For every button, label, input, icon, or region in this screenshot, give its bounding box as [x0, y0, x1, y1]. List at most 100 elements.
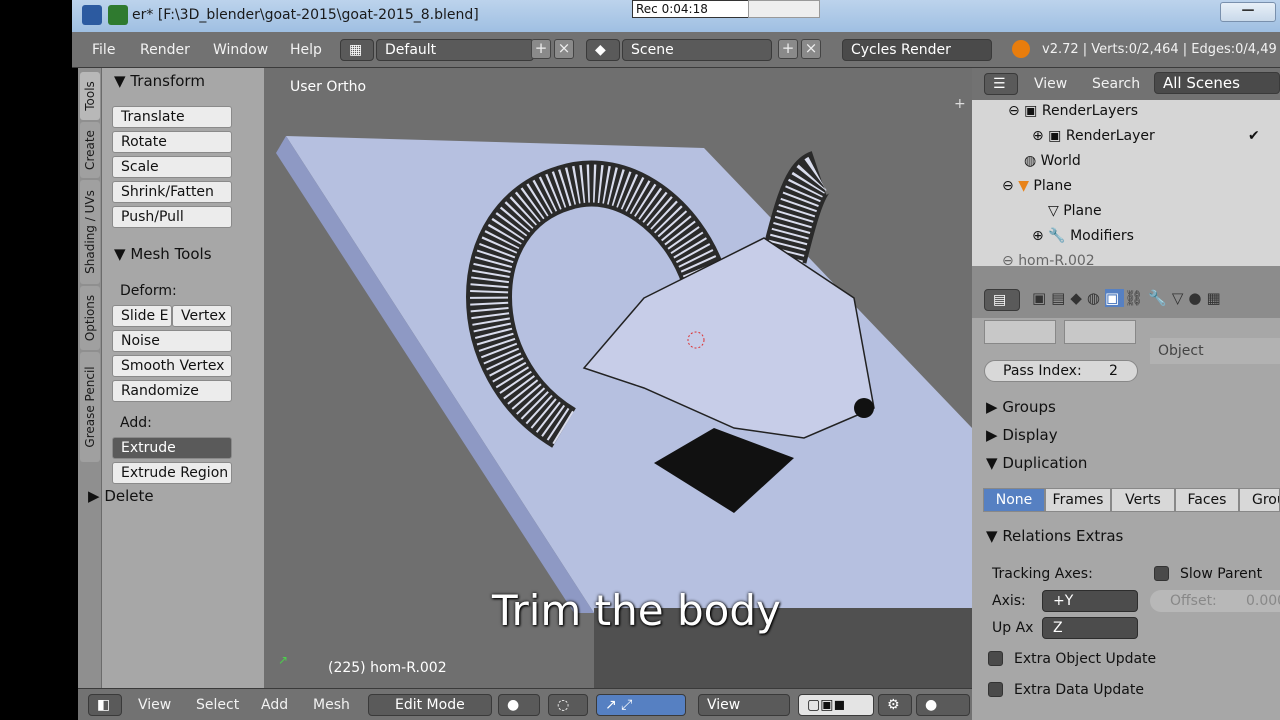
layers-grid-2[interactable]: [1064, 320, 1136, 344]
outliner-type-icon[interactable]: ☰: [984, 73, 1018, 95]
outliner-search-menu[interactable]: Search: [1092, 76, 1140, 92]
extrude-region-button[interactable]: Extrude Region: [112, 462, 232, 484]
dup-group-button[interactable]: Grou: [1239, 488, 1280, 512]
translate-button[interactable]: Translate: [112, 106, 232, 128]
video-subtitle: Trim the body: [492, 586, 781, 635]
properties-type-icon[interactable]: ▤: [984, 289, 1020, 311]
outliner-row-modifiers[interactable]: ⊕ 🔧 Modifiers: [972, 224, 1280, 249]
mesh-tools-panel-header[interactable]: ▼ Mesh Tools: [114, 245, 212, 263]
relations-extras-header[interactable]: ▼ Relations Extras: [986, 527, 1123, 545]
offset-field[interactable]: Offset: 0.000: [1150, 590, 1280, 612]
pivot-select[interactable]: ◌: [548, 694, 588, 716]
outliner-row-world[interactable]: ◍ World: [972, 149, 1280, 174]
manipulator-icons[interactable]: ↗ ⤢: [596, 694, 686, 716]
extra-object-update-checkbox[interactable]: [988, 651, 1003, 666]
smooth-vertex-button[interactable]: Smooth Vertex: [112, 355, 232, 377]
scene-stats: v2.72 | Verts:0/2,464 | Edges:0/4,49: [1042, 42, 1277, 57]
context-tab-icons[interactable]: ▣▤◆◍▣⛓🔧▽●▦: [1032, 289, 1280, 313]
slow-parent-label: Slow Parent: [1180, 566, 1263, 582]
recorder-controls[interactable]: [748, 0, 820, 18]
dup-faces-button[interactable]: Faces: [1175, 488, 1239, 512]
outliner-view-menu[interactable]: View: [1034, 76, 1067, 92]
window-title: er* [F:\3D_blender\goat-2015\goat-2015_8…: [132, 7, 479, 23]
extra-object-update-label: Extra Object Update: [1014, 651, 1157, 667]
extrude-menu[interactable]: Extrude: [112, 437, 232, 459]
object-select[interactable]: Object: [1150, 338, 1280, 364]
axis-gizmo-icon: ↗: [278, 653, 288, 667]
outliner-row-hom[interactable]: ⊖ hom-R.002: [972, 249, 1280, 266]
remove-scene-icon[interactable]: ×: [801, 39, 821, 59]
render-engine-select[interactable]: Cycles Render: [842, 39, 992, 61]
viewport-expand-icon[interactable]: +: [954, 96, 966, 112]
layers-grid-1[interactable]: [984, 320, 1056, 344]
editor-type-icon[interactable]: ◧: [88, 694, 122, 716]
blender-icon: [108, 5, 128, 25]
view-label: User Ortho: [290, 79, 367, 95]
noise-button[interactable]: Noise: [112, 330, 232, 352]
push-pull-button[interactable]: Push/Pull: [112, 206, 232, 228]
blender-logo-icon: [1012, 40, 1030, 58]
shrink-fatten-button[interactable]: Shrink/Fatten: [112, 181, 232, 203]
scene-field[interactable]: Scene: [622, 39, 772, 61]
menu-select[interactable]: Select: [196, 697, 239, 713]
groups-panel-header[interactable]: ▶ Groups: [986, 398, 1056, 416]
layout-field[interactable]: Default: [376, 39, 534, 61]
dup-none-button[interactable]: None: [983, 488, 1045, 512]
add-scene-icon[interactable]: +: [778, 39, 798, 59]
select-mode-icons[interactable]: ▢▣◼: [798, 694, 874, 716]
tab-grease-pencil[interactable]: Grease Pencil: [80, 352, 100, 462]
display-panel-header[interactable]: ▶ Display: [986, 426, 1058, 444]
goat-nose: [854, 398, 874, 418]
tracking-axes-label: Tracking Axes:: [992, 566, 1093, 582]
active-object-label: (225) hom-R.002: [328, 660, 447, 676]
menu-add[interactable]: Add: [261, 697, 288, 713]
tab-options[interactable]: Options: [80, 286, 100, 350]
outliner-row-renderlayer[interactable]: ⊕ ▣ RenderLayer ✔: [972, 124, 1280, 149]
slide-edge-button[interactable]: Slide E: [112, 305, 172, 327]
tab-create[interactable]: Create: [80, 122, 100, 178]
dup-verts-button[interactable]: Verts: [1111, 488, 1175, 512]
orientation-select[interactable]: View: [698, 694, 790, 716]
window-titlebar: er* [F:\3D_blender\goat-2015\goat-2015_8…: [72, 0, 1280, 32]
scene-icon[interactable]: ◆: [586, 39, 620, 61]
outliner-row-renderlayers[interactable]: ⊖ ▣ RenderLayers: [972, 99, 1280, 124]
extra-data-update-checkbox[interactable]: [988, 682, 1003, 697]
outliner-row-plane-mesh[interactable]: ▽ Plane: [972, 199, 1280, 224]
transform-panel-header[interactable]: ▼ Transform: [114, 72, 205, 90]
minimize-button[interactable]: —: [1220, 2, 1276, 22]
outliner-row-plane[interactable]: ⊖ ▼ Plane: [972, 174, 1280, 199]
scale-button[interactable]: Scale: [112, 156, 232, 178]
tab-tools[interactable]: Tools: [80, 72, 100, 120]
add-layout-icon[interactable]: +: [531, 39, 551, 59]
slow-parent-checkbox[interactable]: [1154, 566, 1169, 581]
occlude-icon[interactable]: ⚙: [878, 694, 912, 716]
menu-help[interactable]: Help: [290, 42, 322, 58]
proportional-edit-icon[interactable]: ●: [916, 694, 970, 716]
menu-window[interactable]: Window: [213, 42, 268, 58]
rotate-button[interactable]: Rotate: [112, 131, 232, 153]
menu-render[interactable]: Render: [140, 42, 190, 58]
menu-file[interactable]: File: [92, 42, 115, 58]
menu-mesh[interactable]: Mesh: [313, 697, 350, 713]
tab-shading-uvs[interactable]: Shading / UVs: [80, 180, 100, 284]
display-mode-select[interactable]: All Scenes: [1154, 72, 1280, 94]
track-axis-select[interactable]: +Y: [1042, 590, 1138, 612]
up-axis-select[interactable]: Z: [1042, 617, 1138, 639]
axis-label: Axis:: [992, 593, 1026, 609]
shading-select[interactable]: ●: [498, 694, 540, 716]
slide-vertex-button[interactable]: Vertex: [172, 305, 232, 327]
remove-layout-icon[interactable]: ×: [554, 39, 574, 59]
dup-frames-button[interactable]: Frames: [1045, 488, 1111, 512]
menu-view[interactable]: View: [138, 697, 171, 713]
info-header: File Render Window Help ▦ Default ◆ Scen…: [72, 32, 1280, 68]
screen-layout-icon[interactable]: ▦: [340, 39, 374, 61]
mode-select[interactable]: Edit Mode: [368, 694, 492, 716]
render-checkbox-icon[interactable]: ✔: [1248, 124, 1260, 149]
randomize-button[interactable]: Randomize: [112, 380, 232, 402]
duplication-panel-header[interactable]: ▼ Duplication: [986, 454, 1087, 472]
app-icon: [82, 5, 102, 25]
pass-index-field[interactable]: Pass Index: 2: [984, 360, 1138, 382]
area-divider[interactable]: [972, 266, 1280, 284]
viewport-header: ◧ View Select Add Mesh Edit Mode ● ◌ ↗ ⤢…: [78, 688, 972, 720]
delete-panel-header[interactable]: ▶ Delete: [88, 487, 154, 505]
